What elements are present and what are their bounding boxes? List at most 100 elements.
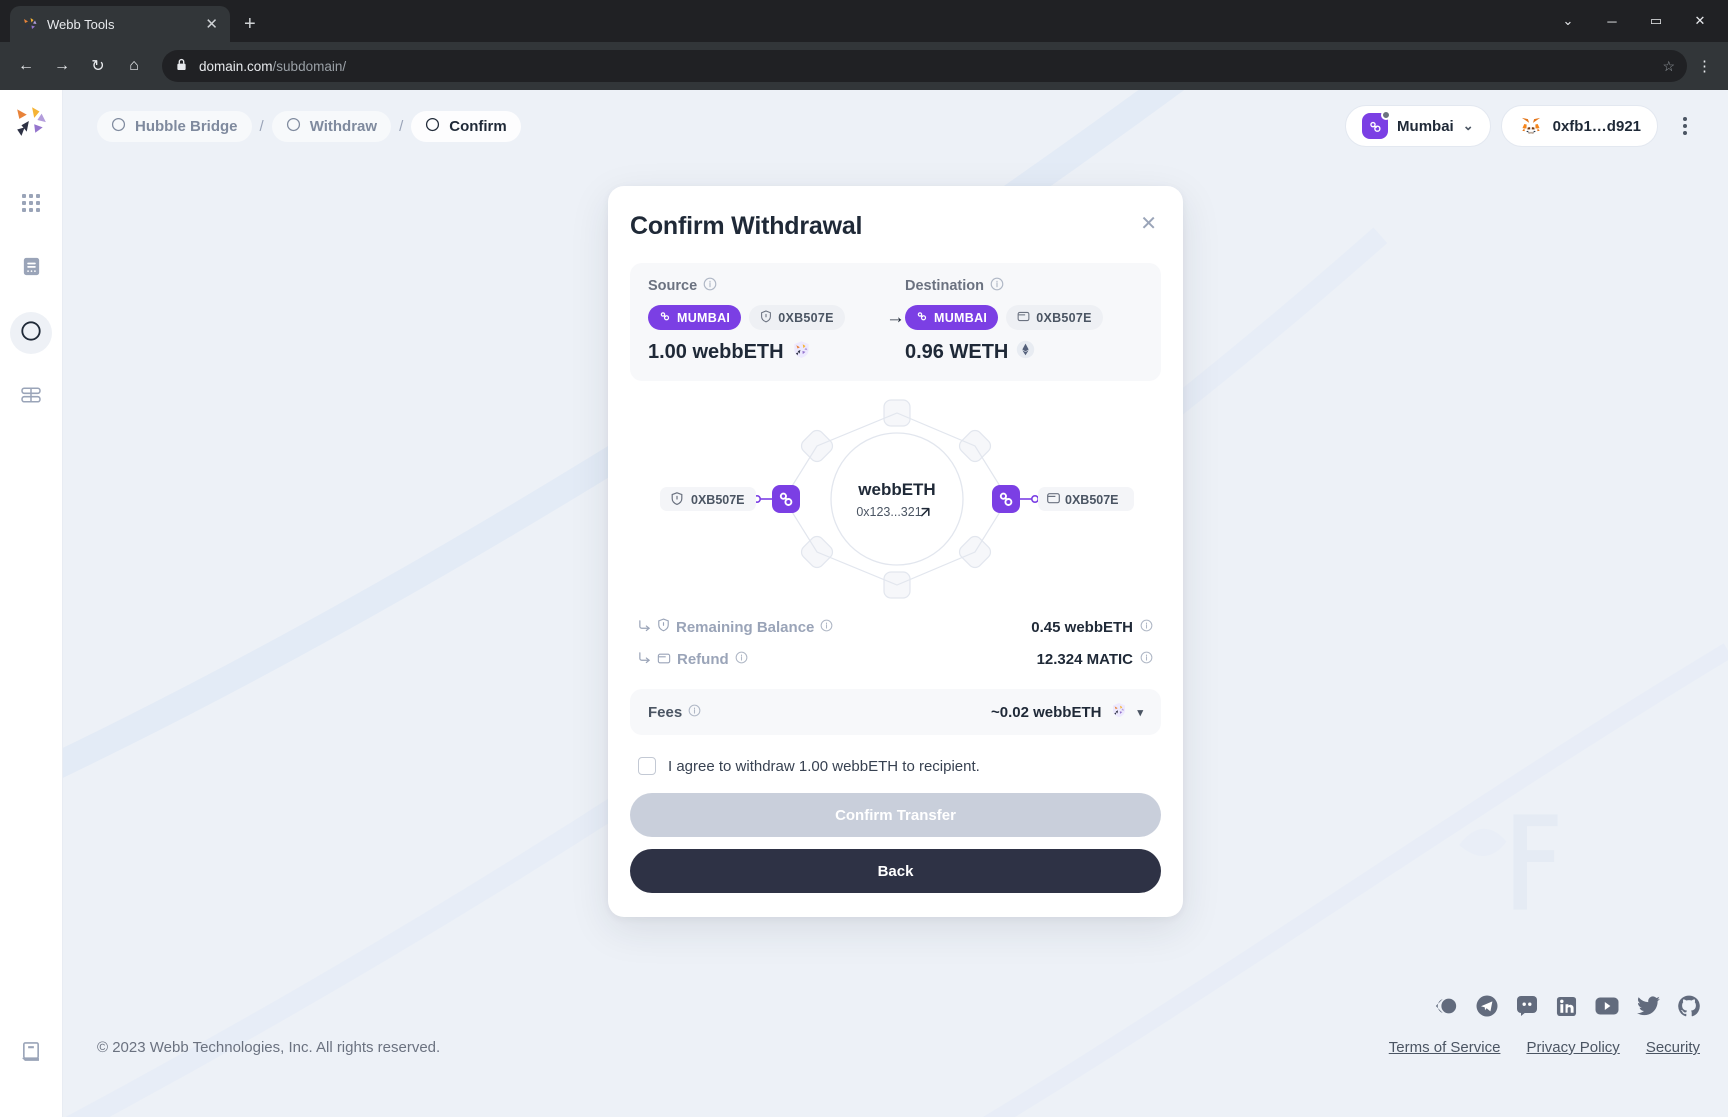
close-icon[interactable]: ✕	[1136, 212, 1161, 236]
detail-label: Remaining Balance	[676, 618, 815, 636]
agreement-row: I agree to withdraw 1.00 webbETH to reci…	[638, 757, 1161, 775]
wallet-icon	[1017, 310, 1030, 325]
footer-link-security[interactable]: Security	[1646, 1039, 1700, 1056]
book-icon	[21, 1041, 41, 1067]
grid-icon	[21, 193, 41, 218]
copyright-text: © 2023 Webb Technologies, Inc. All right…	[97, 1039, 441, 1056]
sidebar-item-bridge[interactable]	[10, 312, 52, 354]
bridge-circle-icon	[111, 117, 126, 136]
address-bar[interactable]: domain.com/subdomain/ ☆	[162, 50, 1687, 82]
detail-label: Refund	[677, 650, 729, 668]
youtube-icon[interactable]	[1595, 997, 1619, 1015]
linkedin-icon[interactable]	[1556, 996, 1577, 1017]
destination-amount-value: 0.96 WETH	[905, 341, 1009, 363]
new-tab-button[interactable]: +	[244, 14, 256, 34]
browser-window: Webb Tools ✕ + ⌄ ─ ▭ ✕ ← → ↻ ⌂ domain.co…	[0, 0, 1728, 1117]
webb-token-icon	[1111, 702, 1127, 722]
detail-value: 12.324 MATIC	[1036, 650, 1133, 668]
detail-value-group: 0.45 webbETH	[1031, 619, 1153, 636]
chain-icon	[1362, 110, 1392, 139]
telegram-icon[interactable]	[1476, 995, 1498, 1017]
twitter-icon[interactable]	[1637, 996, 1660, 1016]
tab-strip: Webb Tools ✕ + ⌄ ─ ▭ ✕	[0, 0, 1728, 42]
app-topbar: Hubble Bridge / Withdraw / Confirm Mumba…	[63, 90, 1728, 162]
sidebar-item-statistics[interactable]	[10, 248, 52, 290]
reload-button[interactable]: ↻	[82, 50, 114, 82]
home-button[interactable]: ⌂	[118, 50, 150, 82]
info-icon[interactable]	[1140, 651, 1153, 668]
source-amount: 1.00 webbETH	[648, 340, 886, 365]
tab-title: Webb Tools	[47, 16, 115, 32]
fees-label-group: Fees	[648, 704, 701, 721]
modal-header: Confirm Withdrawal ✕	[630, 212, 1161, 241]
info-icon[interactable]	[1140, 619, 1153, 636]
wallet-button[interactable]: 0xfb1…d921	[1500, 105, 1658, 147]
footer-link-privacy[interactable]: Privacy Policy	[1526, 1039, 1619, 1056]
breadcrumb-item-confirm[interactable]: Confirm	[411, 110, 521, 142]
back-button[interactable]: Back	[630, 849, 1161, 893]
metamask-icon	[1517, 113, 1544, 139]
network-selector[interactable]: Mumbai ⌄	[1345, 105, 1491, 147]
ring-token-address: 0x123...321	[856, 505, 921, 519]
arrow-branch-icon	[638, 651, 651, 668]
destination-chips: MUMBAI 0XB507E	[905, 305, 1143, 330]
source-chips: MUMBAI 0XB507E	[648, 305, 886, 330]
source-amount-value: 1.00 webbETH	[648, 341, 784, 363]
anchor-ring-diagram: webbETH 0x123...321 0XB507E 0XB507E	[630, 381, 1161, 611]
shielded-icon	[657, 618, 670, 636]
detail-row-remaining-balance: Remaining Balance 0.45 webbETH	[630, 611, 1161, 643]
wallet-address: 0xfb1…d921	[1552, 117, 1641, 135]
modal-title: Confirm Withdrawal	[630, 212, 863, 240]
info-icon[interactable]	[990, 277, 1004, 295]
main-column: Hubble Bridge / Withdraw / Confirm Mumba…	[63, 90, 1728, 1117]
sidebar-item-apps[interactable]	[10, 184, 52, 226]
breadcrumb-item-withdraw[interactable]: Withdraw	[271, 110, 392, 142]
destination-amount: 0.96 WETH	[905, 340, 1143, 365]
circle-icon	[286, 117, 301, 136]
webb-logo[interactable]	[14, 104, 48, 138]
sidebar-item-docs[interactable]	[10, 1033, 52, 1075]
close-tab-icon[interactable]: ✕	[205, 17, 218, 32]
breadcrumb-item-hubble-bridge[interactable]: Hubble Bridge	[97, 110, 252, 142]
chevron-down-icon[interactable]: ▾	[1137, 706, 1143, 719]
window-minimize-button[interactable]: ─	[1590, 6, 1634, 36]
source-column: Source MUMBAI 0XB507E 1.00 webbETH	[648, 277, 886, 365]
browser-tab[interactable]: Webb Tools ✕	[10, 6, 230, 42]
confirm-withdrawal-modal: Confirm Withdrawal ✕ Source MUMBAI 0XB50…	[608, 186, 1183, 917]
discord-icon[interactable]	[1516, 995, 1538, 1017]
commit-icon[interactable]	[1434, 995, 1458, 1017]
bookmark-icon[interactable]: ☆	[1662, 58, 1675, 75]
source-address-label: 0XB507E	[778, 310, 834, 325]
forward-button[interactable]: →	[46, 50, 78, 82]
agreement-checkbox[interactable]	[638, 757, 656, 775]
fees-row[interactable]: Fees ~0.02 webbETH ▾	[630, 689, 1161, 735]
breadcrumb: Hubble Bridge / Withdraw / Confirm	[97, 110, 521, 142]
window-maximize-button[interactable]: ▭	[1634, 6, 1678, 36]
confirm-transfer-button[interactable]: Confirm Transfer	[630, 793, 1161, 837]
webb-token-icon	[792, 340, 811, 365]
window-collapse-button[interactable]: ⌄	[1546, 6, 1590, 36]
circle-icon	[425, 117, 440, 136]
app-viewport: Hubble Bridge / Withdraw / Confirm Mumba…	[0, 90, 1728, 1117]
source-label: Source	[648, 278, 698, 294]
info-icon[interactable]	[735, 651, 748, 668]
footer-link-terms[interactable]: Terms of Service	[1389, 1039, 1501, 1056]
detail-value: 0.45 webbETH	[1031, 618, 1133, 636]
sidebar-item-wrap-unwrap[interactable]	[10, 376, 52, 418]
chevron-down-icon[interactable]: ⌄	[1463, 118, 1474, 134]
agreement-label: I agree to withdraw 1.00 webbETH to reci…	[668, 757, 980, 775]
fees-label: Fees	[648, 703, 683, 721]
url-domain: domain.com	[199, 58, 273, 74]
wallet-icon	[657, 651, 671, 668]
kebab-menu-icon[interactable]	[1670, 109, 1700, 143]
window-close-button[interactable]: ✕	[1678, 6, 1722, 36]
info-icon[interactable]	[688, 704, 701, 721]
route-summary: Source MUMBAI 0XB507E 1.00 webbETH → Des…	[630, 263, 1161, 381]
footer-links: Terms of Service Privacy Policy Security	[1389, 1039, 1700, 1056]
info-icon[interactable]	[703, 277, 717, 295]
info-icon[interactable]	[820, 619, 833, 636]
github-icon[interactable]	[1678, 995, 1700, 1017]
browser-menu-icon[interactable]: ⋮	[1691, 57, 1718, 75]
back-button[interactable]: ←	[10, 50, 42, 82]
network-status-dot	[1381, 110, 1392, 120]
